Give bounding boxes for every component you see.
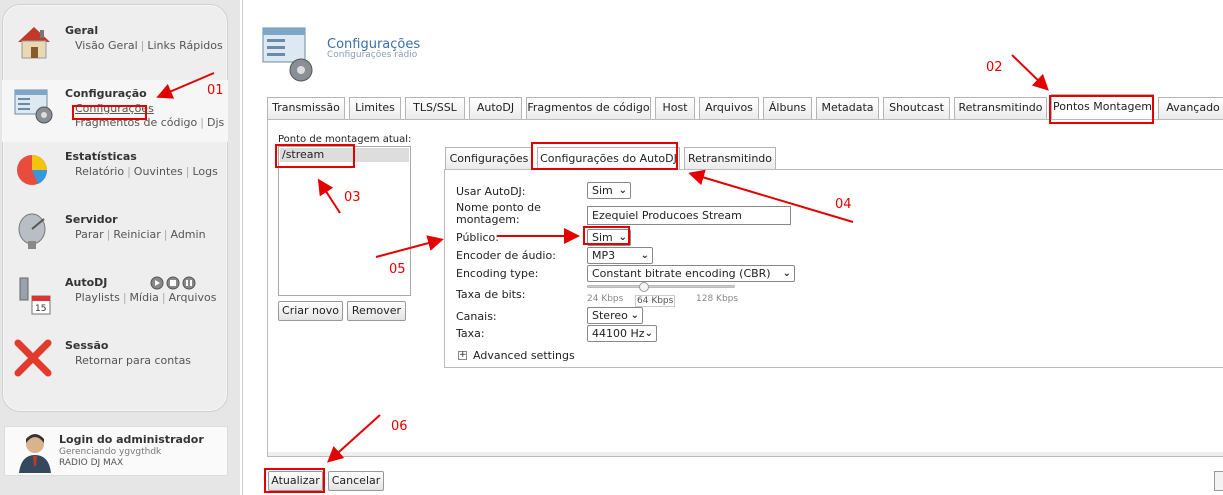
annotation-box-configuracoes xyxy=(72,105,147,120)
link-playlists[interactable]: Playlists xyxy=(75,291,120,304)
tab-metadata[interactable]: Metadata xyxy=(816,97,879,119)
annotation-label: 01 xyxy=(207,83,224,98)
link-relatorio[interactable]: Relatório xyxy=(75,165,124,178)
bitrate-current: 64 Kbps xyxy=(635,295,676,307)
bitrate-max: 128 Kbps xyxy=(696,294,739,304)
link-reiniciar[interactable]: Reiniciar xyxy=(113,228,160,241)
tab-limites[interactable]: Limites xyxy=(349,97,401,119)
annotation-label: 05 xyxy=(389,262,406,277)
user-avatar-icon xyxy=(17,431,53,476)
sidebar-item-title[interactable]: Configuração xyxy=(65,87,147,100)
link-ouvintes[interactable]: Ouvintes xyxy=(134,165,183,178)
page-subtitle: Configurações rádio xyxy=(327,50,418,60)
tab-avancado[interactable]: Avançado xyxy=(1158,97,1223,119)
annotation-box-update xyxy=(264,468,325,493)
channels-select[interactable]: Stereo ⌄ xyxy=(587,307,643,324)
sidebar-item-title[interactable]: Geral xyxy=(65,24,98,37)
main-content: Configurações Configurações rádio Transm… xyxy=(242,0,1223,495)
sidebar-item-title[interactable]: Sessão xyxy=(65,339,108,352)
advanced-settings-toggle[interactable]: Advanced settings xyxy=(473,350,575,362)
link-retornar-para-contas[interactable]: Retornar para contas xyxy=(75,354,191,367)
tab-host[interactable]: Host xyxy=(655,97,695,119)
annotation-box-pontos-montagem xyxy=(1049,95,1154,124)
sidebar-item-title[interactable]: AutoDJ xyxy=(65,276,107,289)
tab-retransmitindo[interactable]: Retransmitindo xyxy=(954,97,1047,119)
chevron-down-icon: ⌄ xyxy=(782,268,791,279)
expand-plus-icon[interactable]: + xyxy=(458,351,467,360)
pie-chart-icon xyxy=(14,148,58,192)
inner-tab-retransmitindo[interactable]: Retransmitindo xyxy=(684,147,776,169)
sample-rate-label: Taxa: xyxy=(456,327,485,340)
bitrate-label: Taxa de bits: xyxy=(456,288,526,301)
tab-fragmentos-de-codigo[interactable]: Fragmentos de código xyxy=(526,97,651,119)
tab-shoutcast[interactable]: Shoutcast xyxy=(883,97,950,119)
chevron-down-icon: ⌄ xyxy=(644,328,653,339)
link-admin[interactable]: Admin xyxy=(170,228,205,241)
public-label: Público: xyxy=(456,231,499,244)
right-edge-button[interactable] xyxy=(1214,471,1223,491)
sidebar-item-autodj: 15 AutoDJ Playlists | Mídia | Arquivos xyxy=(14,274,226,334)
mount-points-panel: Ponto de montagem atual: /stream Criar n… xyxy=(267,119,1223,457)
annotation-box-stream xyxy=(275,144,355,168)
link-logs[interactable]: Logs xyxy=(193,165,218,178)
annotation-box-autodj-tab xyxy=(531,142,678,170)
admin-title: Login do administrador xyxy=(59,433,204,446)
audio-encoder-label: Encoder de áudio: xyxy=(456,249,556,262)
autodj-calendar-icon: 15 xyxy=(14,274,58,318)
svg-text:15: 15 xyxy=(35,304,46,314)
audio-encoder-select[interactable]: MP3 ⌄ xyxy=(587,247,653,264)
sidebar-item-geral: Geral Visão Geral | Links Rápidos xyxy=(14,22,226,82)
use-autodj-label: Usar AutoDJ: xyxy=(456,185,526,198)
link-djs[interactable]: Djs xyxy=(207,116,224,129)
sidebar-item-title[interactable]: Servidor xyxy=(65,213,118,226)
link-midia[interactable]: Mídia xyxy=(130,291,159,304)
sidebar-item-sessao: Sessão Retornar para contas xyxy=(14,337,226,397)
settings-window-icon xyxy=(14,85,58,129)
mount-name-input[interactable]: Ezequiel Producoes Stream xyxy=(587,206,791,225)
link-parar[interactable]: Parar xyxy=(75,228,104,241)
satellite-dish-icon xyxy=(14,211,58,255)
link-visao-geral[interactable]: Visão Geral xyxy=(75,39,138,52)
tab-autodj[interactable]: AutoDJ xyxy=(469,97,522,119)
bitrate-slider-handle[interactable] xyxy=(638,282,649,292)
house-icon xyxy=(14,22,58,66)
sample-rate-select[interactable]: 44100 Hz ⌄ xyxy=(587,325,657,342)
encoding-type-select[interactable]: Constant bitrate encoding (CBR) ⌄ xyxy=(587,265,795,282)
tab-transmissao[interactable]: Transmissão xyxy=(267,97,345,119)
sidebar-item-title[interactable]: Estatísticas xyxy=(65,150,137,163)
tab-albuns[interactable]: Álbuns xyxy=(763,97,812,119)
mount-name-label: Nome ponto de montagem: xyxy=(456,201,541,226)
channels-label: Canais: xyxy=(456,310,497,323)
annotation-label: 04 xyxy=(835,197,852,212)
link-arquivos[interactable]: Arquivos xyxy=(169,291,217,304)
remove-mount-button[interactable]: Remover xyxy=(347,301,406,321)
encoding-type-label: Encoding type: xyxy=(456,267,539,280)
tab-arquivos[interactable]: Arquivos xyxy=(699,97,759,119)
annotation-label: 02 xyxy=(986,60,1003,75)
close-x-icon xyxy=(14,337,58,381)
annotation-label: 03 xyxy=(344,190,361,205)
sidebar-item-servidor: Servidor Parar | Reiniciar | Admin xyxy=(14,211,226,271)
bitrate-min: 24 Kbps xyxy=(587,294,624,304)
annotation-box-publico xyxy=(583,226,630,245)
autodj-settings-panel: Usar AutoDJ: Sim ⌄ Nome ponto de montagem… xyxy=(444,169,1223,368)
settings-window-icon xyxy=(261,24,315,87)
create-mount-button[interactable]: Criar novo xyxy=(278,301,343,321)
inner-tab-configuracoes[interactable]: Configurações xyxy=(445,147,533,169)
admin-managing: Gerenciando ygvgthdk xyxy=(59,447,162,457)
sidebar-item-estatisticas: Estatísticas Relatório | Ouvintes | Logs xyxy=(14,148,226,208)
admin-box: Login do administrador Gerenciando ygvgt… xyxy=(4,426,228,476)
sidebar: Geral Visão Geral | Links Rápidos Configur… xyxy=(0,0,240,495)
chevron-down-icon: ⌄ xyxy=(618,185,627,196)
chevron-down-icon: ⌄ xyxy=(640,250,649,261)
use-autodj-select[interactable]: Sim ⌄ xyxy=(587,182,631,199)
cancel-button[interactable]: Cancelar xyxy=(328,471,384,491)
annotation-label: 06 xyxy=(391,419,408,434)
tab-tls-ssl[interactable]: TLS/SSL xyxy=(405,97,465,119)
admin-account: RADIO DJ MAX xyxy=(59,458,124,468)
chevron-down-icon: ⌄ xyxy=(630,310,639,321)
bitrate-slider-track[interactable] xyxy=(587,285,735,288)
link-links-rapidos[interactable]: Links Rápidos xyxy=(147,39,222,52)
panel-bottom xyxy=(268,452,1223,456)
